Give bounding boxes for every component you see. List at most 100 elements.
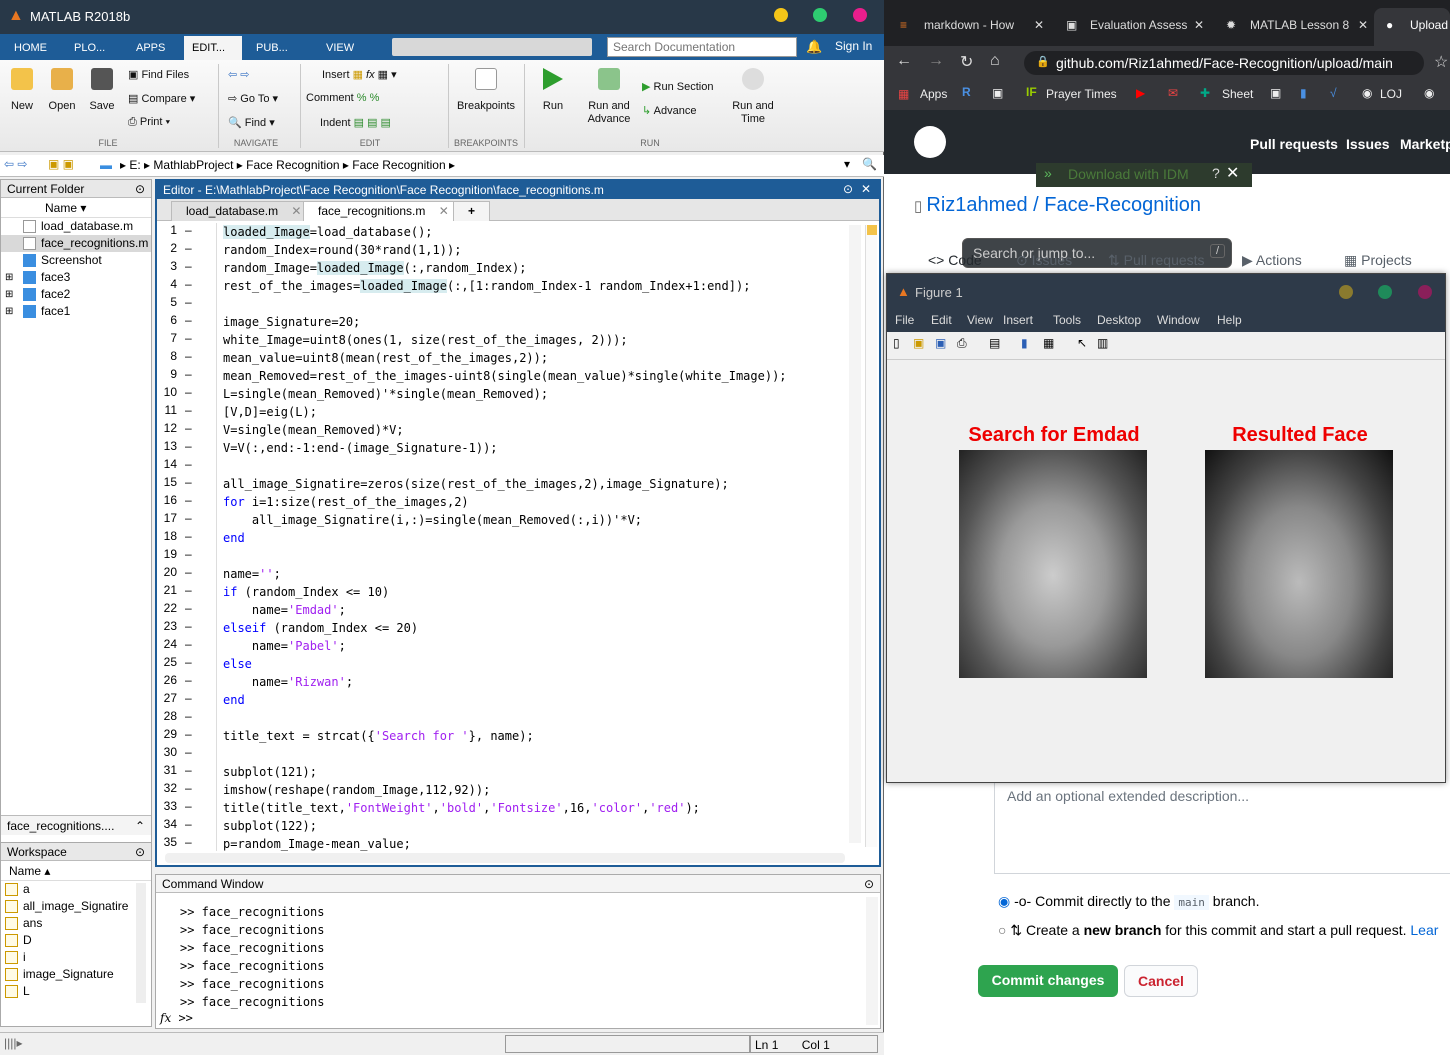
help-icon[interactable]: ? [1212,165,1220,181]
radio-empty-icon[interactable]: ○ [998,922,1006,938]
breadcrumb-face-recognition[interactable]: Face Recognition [246,158,339,172]
tab-view[interactable]: VIEW [318,36,362,60]
code-line[interactable]: all_image_Signatire(i,:)=single(mean_Rem… [223,511,843,529]
workspace-variable[interactable]: image_Signature [1,966,151,983]
code-line[interactable]: p=random_Image-mean_value; [223,835,843,851]
save-icon[interactable]: ▣ [935,336,946,350]
code-line[interactable]: white_Image=uint8(ones(1, size(rest_of_t… [223,331,843,349]
sign-in-link[interactable]: Sign In [835,39,872,53]
gh-nav-marketplace[interactable]: Marketp [1400,136,1450,152]
chevron-up-icon[interactable]: ⌃ [135,819,145,833]
code-line[interactable]: end [223,691,843,709]
find-files-button[interactable]: ▣ Find Files [128,68,189,81]
gmail-icon[interactable]: ✉ [1168,86,1178,100]
file-item-selected[interactable]: face_recognitions.m [1,235,151,252]
idm-download-bar[interactable]: » Download with IDM? ✕ [1036,163,1252,187]
notifications-icon[interactable]: 🔔 [806,39,822,55]
analytics-icon[interactable]: ▮ [1300,86,1307,100]
editor-tab-face-recognitions[interactable]: face_recognitions.m ✕ [303,201,464,221]
breakpoint-dash[interactable]: – [185,349,192,363]
breakpoint-dash[interactable]: – [185,727,192,741]
code-line[interactable] [223,547,843,565]
close-tab-icon[interactable]: ✕ [1358,18,1368,32]
browser-tab[interactable]: ▣ Evaluation Assess ✕ [1050,8,1210,46]
print-button[interactable]: ⎙ Print ▾ [128,116,170,129]
bookmark-prayer-times[interactable]: Prayer Times [1046,87,1117,101]
close-tab-icon[interactable]: ✕ [291,204,301,218]
gh-nav-issues[interactable]: Issues [1346,136,1390,152]
workspace-variable[interactable]: ans [1,915,151,932]
workspace-variable[interactable]: L [1,983,151,1000]
expand-icon[interactable]: ⊞ [5,303,13,320]
new-figure-icon[interactable]: ▯ [893,336,900,350]
open-icon[interactable]: ▣ [913,336,924,350]
radio-selected-icon[interactable]: ◉ [998,893,1010,909]
property-editor-icon[interactable]: ▥ [1097,336,1108,350]
code-line[interactable]: name=''; [223,565,843,583]
link-plot-icon[interactable]: ▤ [989,336,1000,350]
breakpoint-dash[interactable]: – [185,601,192,615]
name-column-header[interactable]: Name ▾ [1,198,151,218]
print-icon[interactable]: ⎙ [957,336,967,351]
breadcrumb-project[interactable]: MathlabProject [153,158,233,172]
nav-arrows-icon[interactable]: ⇦ ⇨ [4,157,27,171]
tab-publish[interactable]: PUB... [248,36,296,60]
breakpoint-dash[interactable]: – [185,673,192,687]
forward-icon[interactable]: → [928,52,944,70]
panel-menu-icon[interactable]: ⊙ [864,877,874,891]
code-line[interactable]: L=single(mean_Removed)'*single(mean_Remo… [223,385,843,403]
goto-button[interactable]: ⇨ Go To ▾ [228,92,278,105]
workspace-scrollbar[interactable] [136,883,146,1003]
code-line[interactable]: imshow(reshape(random_Image,112,92)); [223,781,843,799]
reload-icon[interactable]: ↻ [960,52,973,72]
search-folder-icon[interactable]: 🔍 [862,157,877,171]
breakpoint-dash[interactable]: – [185,745,192,759]
breakpoint-dash[interactable]: – [185,619,192,633]
code-line[interactable]: loaded_Image=load_database(); [223,223,843,241]
figure-menu-file[interactable]: File [895,313,914,327]
folder-item[interactable]: ⊞ face3 [1,269,151,286]
close-tab-icon[interactable]: ✕ [1034,18,1044,32]
address-bar[interactable]: ⇦ ⇨ ▣ ▣ ▬ ▸ E: ▸ MathlabProject ▸ Face R… [0,155,884,177]
folder-item[interactable]: ⊞ face2 [1,286,151,303]
breakpoint-dash[interactable]: – [185,457,192,471]
breakpoint-dash[interactable]: – [185,565,192,579]
breakpoint-dash[interactable]: – [185,691,192,705]
code-line[interactable]: title(title_text,'FontWeight','bold','Fo… [223,799,843,817]
learn-more-link[interactable]: Lear [1410,922,1438,938]
repo-owner-link[interactable]: Riz1ahmed [926,194,1027,216]
bookmark-star-icon[interactable]: ☆ [1434,52,1448,72]
workspace-name-column[interactable]: Name ▴ [1,861,151,881]
breakpoint-dash[interactable]: – [185,817,192,831]
breakpoint-dash[interactable]: – [185,313,192,327]
code-line[interactable]: subplot(122); [223,817,843,835]
breakpoint-dash[interactable]: – [185,277,192,291]
back-icon[interactable]: ← [896,52,912,70]
code-line[interactable] [223,709,843,727]
breakpoint-dash[interactable]: – [185,367,192,381]
calculator-icon[interactable]: ▣ [992,86,1003,100]
browser-tab-active[interactable]: ● Upload [1374,8,1450,46]
commit-changes-button[interactable]: Commit changes [978,965,1118,997]
code-line[interactable]: title_text = strcat({'Search for '}, nam… [223,727,843,745]
repo-tab-issues[interactable]: ⊙ Issues [1016,252,1072,269]
find-button[interactable]: 🔍 Find ▾ [228,116,275,129]
code-line[interactable]: elseif (random_Index <= 20) [223,619,843,637]
workspace-variable[interactable]: i [1,949,151,966]
close-tab-icon[interactable]: ✕ [1194,18,1204,32]
workspace-variable[interactable]: D [1,932,151,949]
editor-horizontal-scrollbar[interactable] [165,853,845,863]
code-line[interactable] [223,295,843,313]
breakpoint-dash[interactable]: – [185,655,192,669]
breakpoint-dash[interactable]: – [185,475,192,489]
maximize-button[interactable] [813,8,827,22]
dropdown-arrow-icon[interactable]: ▾ [844,157,850,171]
repo-tab-pull-requests[interactable]: ⇅ Pull requests [1108,252,1205,269]
close-button[interactable] [1418,285,1432,299]
repo-tab-code[interactable]: <> Code [928,252,982,268]
maximize-button[interactable] [1378,285,1392,299]
code-line[interactable]: for i=1:size(rest_of_the_images,2) [223,493,843,511]
cancel-button[interactable]: Cancel [1124,965,1198,997]
code-line[interactable]: all_image_Signatire=zeros(size(rest_of_t… [223,475,843,493]
gh-nav-pull-requests[interactable]: Pull requests [1250,136,1338,152]
